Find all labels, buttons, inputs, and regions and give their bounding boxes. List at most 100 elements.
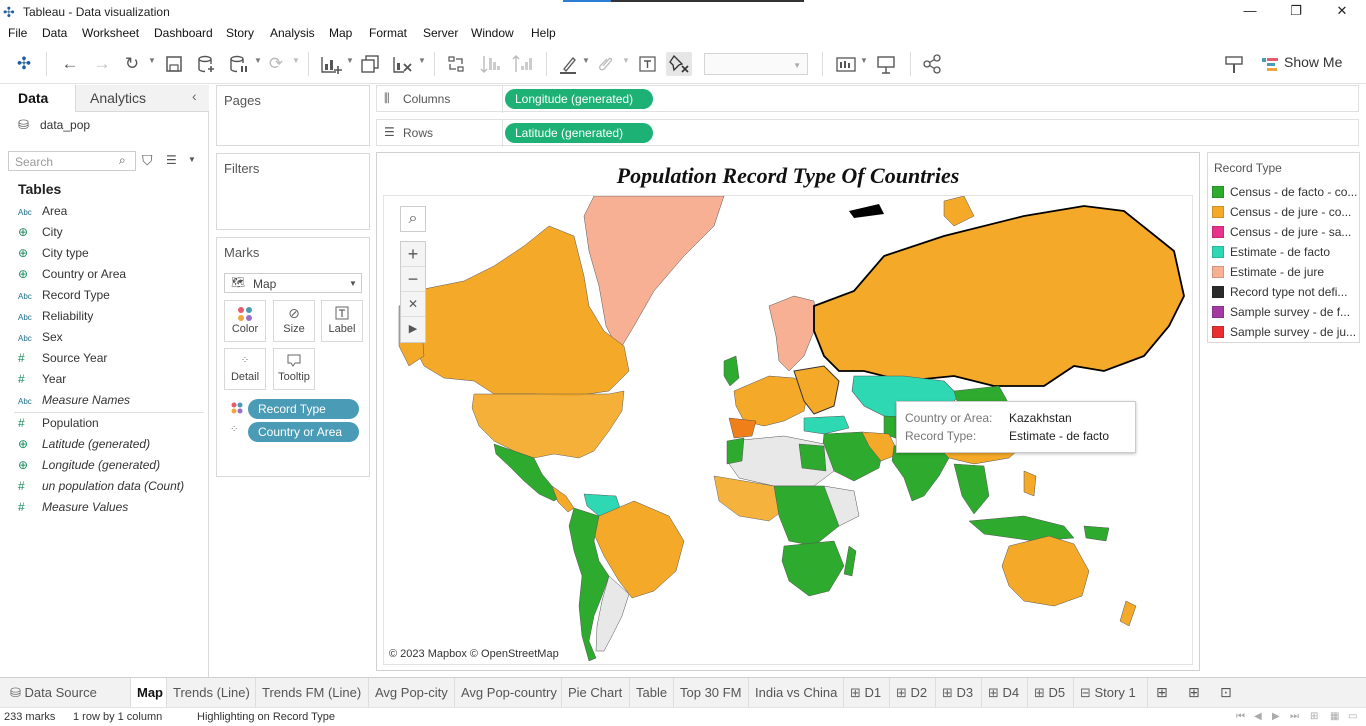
show-mark-labels-icon[interactable] [636, 52, 660, 76]
menu-file[interactable]: File [8, 26, 27, 40]
chevron-down-icon[interactable]: ▼ [292, 56, 300, 65]
group-members-icon[interactable] [594, 52, 618, 76]
field-un-population-data-count[interactable]: # un population data (Count) [18, 479, 184, 500]
latitude-pill[interactable]: Latitude (generated) [505, 123, 653, 143]
sheet-tab-trends-fm-line[interactable]: Trends FM (Line) [256, 678, 369, 708]
record-type-pill[interactable]: Record Type [248, 399, 359, 419]
tableau-home-icon[interactable]: ✣ [12, 52, 36, 76]
color-button[interactable]: Color [224, 300, 266, 342]
chevron-down-icon[interactable]: ▼ [254, 56, 262, 65]
sheet-tab-avg-pop-city[interactable]: Avg Pop-city [369, 678, 455, 708]
sheet-tab-story-1[interactable]: ⊟ Story 1 [1074, 678, 1148, 708]
sheet-tab-d5[interactable]: ⊞ D5 [1028, 678, 1074, 708]
expand-toolbar-icon[interactable]: ▶ [401, 317, 425, 342]
sheet-nav-prev-icon[interactable]: ◀ [1254, 711, 1262, 722]
mark-type-dropdown[interactable]: 🗺 Map ▼ [224, 273, 362, 293]
duplicate-sheet-icon[interactable] [358, 52, 382, 76]
size-button[interactable]: ⊘ Size [273, 300, 315, 342]
replay-icon[interactable]: ↻ [120, 52, 144, 76]
redo-icon[interactable]: → [90, 52, 114, 76]
filters-shelf[interactable]: Filters [216, 153, 370, 230]
restore-button[interactable]: ❐ [1273, 0, 1319, 24]
menu-window[interactable]: Window [471, 26, 514, 40]
sheet-tab-pie-chart[interactable]: Pie Chart [562, 678, 630, 708]
close-button[interactable]: ✕ [1319, 0, 1365, 24]
zoom-in-icon[interactable]: + [401, 242, 425, 267]
field-measure-values[interactable]: # Measure Values [18, 500, 128, 521]
menu-format[interactable]: Format [369, 26, 407, 40]
filter-fields-icon[interactable]: ⛉ [142, 152, 153, 169]
longitude-pill[interactable]: Longitude (generated) [505, 89, 653, 109]
swap-rows-columns-icon[interactable] [444, 52, 468, 76]
field-measure-names[interactable]: Abc Measure Names [18, 393, 130, 414]
legend-item[interactable]: Record type not defi... [1212, 285, 1357, 303]
collapse-pane-icon[interactable]: ‹ [192, 88, 197, 104]
chevron-down-icon[interactable]: ▼ [582, 56, 590, 65]
sheet-tab-d1[interactable]: ⊞ D1 [844, 678, 890, 708]
pause-updates-icon[interactable] [226, 52, 250, 76]
sheet-nav-next-icon[interactable]: ▶ [1272, 711, 1280, 722]
menu-worksheet[interactable]: Worksheet [82, 26, 139, 40]
show-me-button[interactable]: Show Me [1284, 54, 1342, 70]
format-painter-icon[interactable] [1222, 52, 1246, 76]
sheet-tab-d3[interactable]: ⊞ D3 [936, 678, 982, 708]
tab-data-source[interactable]: ⛁ Data Source [0, 678, 131, 708]
columns-shelf[interactable]: ⫼ Columns Longitude (generated) [376, 85, 1359, 113]
sheet-tab-map[interactable]: Map [131, 678, 167, 708]
tooltip-button[interactable]: Tooltip [273, 348, 315, 390]
sheet-nav-first-icon[interactable]: ⏮ [1236, 711, 1245, 722]
menu-help[interactable]: Help [531, 26, 556, 40]
label-button[interactable]: Label [321, 300, 363, 342]
sort-descending-icon[interactable] [510, 52, 534, 76]
sheet-sorter-icon[interactable]: ⊞ [1310, 711, 1318, 722]
pages-shelf[interactable]: Pages [216, 85, 370, 146]
new-datasource-icon[interactable] [194, 52, 218, 76]
field-city-type[interactable]: ⊕ City type [18, 246, 89, 267]
field-area[interactable]: Abc Area [18, 204, 67, 225]
new-worksheet-icon[interactable] [318, 52, 344, 76]
field-latitude-generated[interactable]: ⊕ Latitude (generated) [18, 437, 150, 458]
search-input[interactable]: Search ⌕ [8, 151, 136, 171]
legend-item[interactable]: Sample survey - de f... [1212, 305, 1357, 323]
show-cards-icon[interactable] [834, 52, 858, 76]
unpin-icon[interactable]: ✕ [401, 292, 425, 317]
zoom-out-icon[interactable]: − [401, 267, 425, 292]
field-longitude-generated[interactable]: ⊕ Longitude (generated) [18, 458, 160, 479]
field-city[interactable]: ⊕ City [18, 225, 63, 246]
detail-button[interactable]: ⁘ Detail [224, 348, 266, 390]
menu-analysis[interactable]: Analysis [270, 26, 315, 40]
refresh-icon[interactable]: ⟳ [264, 52, 288, 76]
legend-item[interactable]: Census - de jure - co... [1212, 205, 1357, 223]
chevron-down-icon[interactable]: ▼ [860, 56, 868, 65]
rows-shelf[interactable]: ☰ Rows Latitude (generated) [376, 119, 1359, 147]
menu-server[interactable]: Server [423, 26, 458, 40]
legend-item[interactable]: Sample survey - de ju... [1212, 325, 1357, 343]
filmstrip-icon[interactable]: ▦ [1330, 711, 1339, 722]
field-source-year[interactable]: # Source Year [18, 351, 107, 372]
sheet-tab-d4[interactable]: ⊞ D4 [982, 678, 1028, 708]
sheet-nav-last-icon[interactable]: ⏭ [1290, 711, 1299, 722]
show-me-icon[interactable] [1260, 52, 1280, 76]
menu-dashboard[interactable]: Dashboard [154, 26, 213, 40]
legend-item[interactable]: Estimate - de facto [1212, 245, 1357, 263]
sheet-tab-table[interactable]: Table [630, 678, 674, 708]
fix-axes-pin-icon[interactable] [666, 52, 692, 76]
sheet-tab-trends-line[interactable]: Trends (Line) [167, 678, 256, 708]
field-year[interactable]: # Year [18, 372, 66, 393]
highlight-icon[interactable] [556, 52, 580, 76]
sheet-tab-india-vs-china[interactable]: India vs China [749, 678, 844, 708]
tabs-view-icon[interactable]: ▭ [1348, 711, 1357, 722]
legend-item[interactable]: Census - de jure - sa... [1212, 225, 1357, 243]
map-search-button[interactable]: ⌕ [400, 206, 426, 232]
new-dashboard-icon[interactable]: ⊞ [1188, 684, 1200, 701]
clear-sheet-icon[interactable] [390, 52, 414, 76]
field-record-type[interactable]: Abc Record Type [18, 288, 110, 309]
sheet-tab-d2[interactable]: ⊞ D2 [890, 678, 936, 708]
tab-analytics[interactable]: Analytics ‹ [76, 85, 209, 112]
chevron-down-icon[interactable]: ▼ [188, 155, 196, 164]
chevron-down-icon[interactable]: ▼ [346, 56, 354, 65]
sheet-tab-avg-pop-country[interactable]: Avg Pop-country [455, 678, 562, 708]
legend-item[interactable]: Census - de facto - co... [1212, 185, 1357, 203]
chevron-down-icon[interactable]: ▼ [148, 56, 156, 65]
chevron-down-icon[interactable]: ▼ [418, 56, 426, 65]
